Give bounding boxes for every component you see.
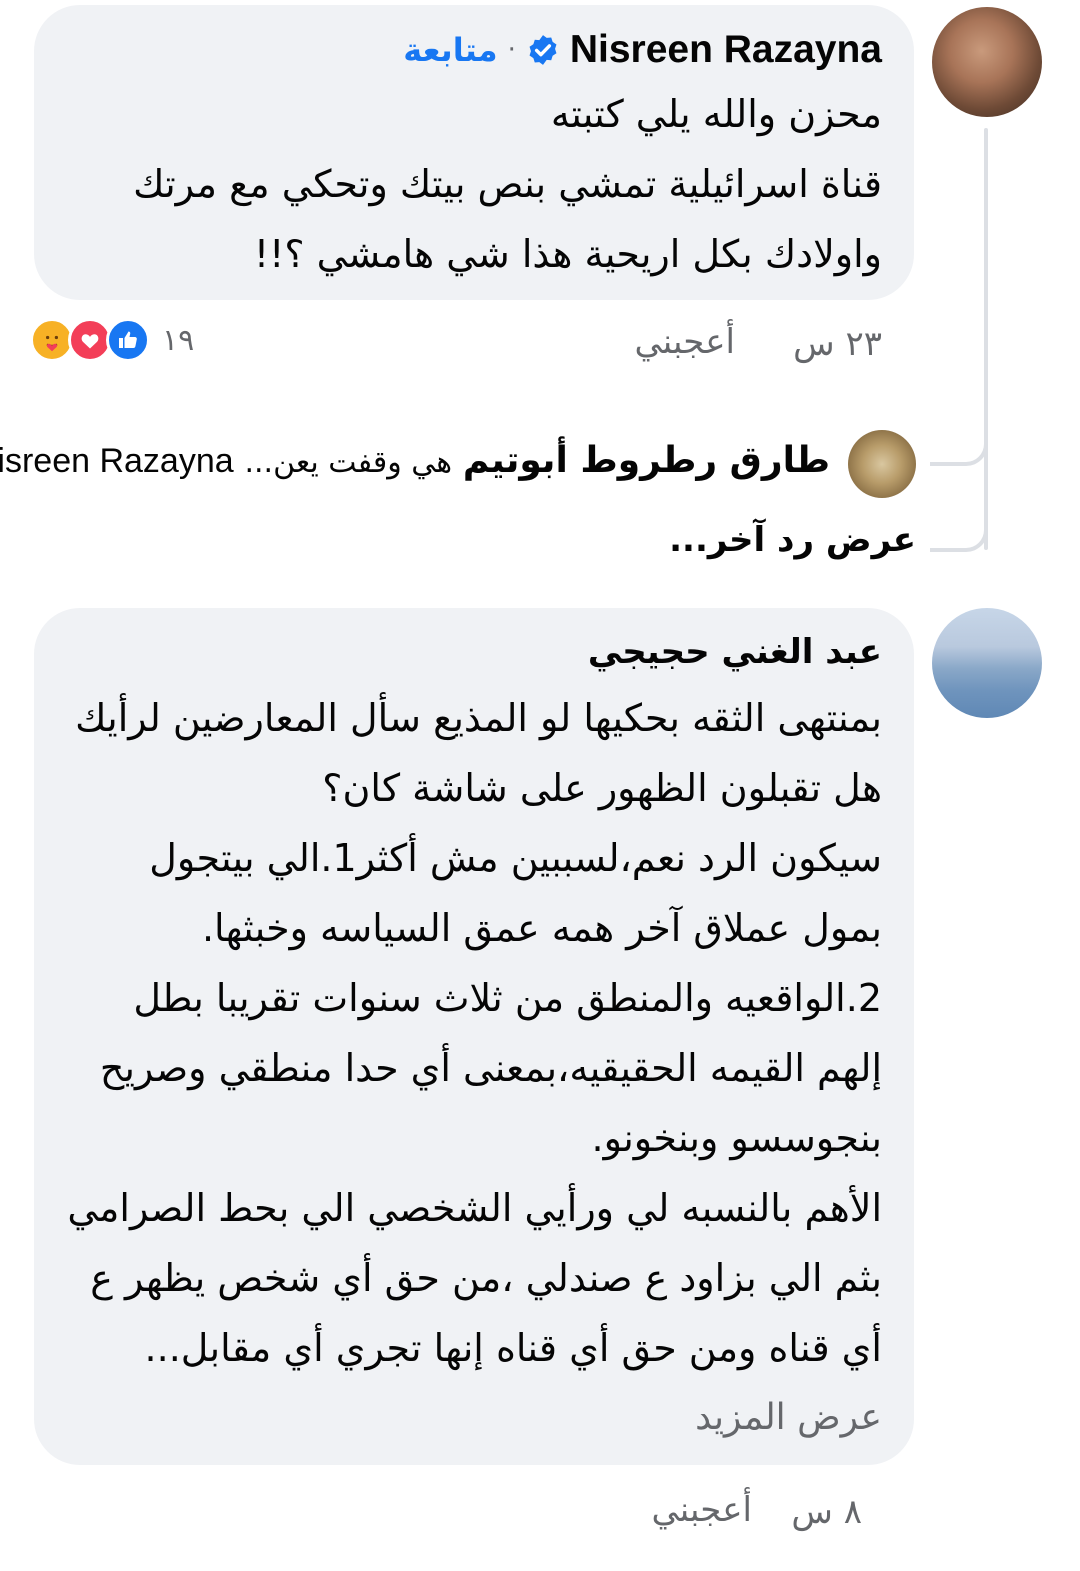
comment-author-name[interactable]: عبد الغني حجيجي: [588, 632, 882, 672]
reply-mention[interactable]: Nisreen Razayna: [0, 442, 234, 480]
comment-text-line: أي قناه ومن حق أي قناه إنها تجري أي مقاب…: [144, 1326, 882, 1370]
like-button[interactable]: أعجبني: [634, 322, 735, 362]
comment-text-line: الأهم بالنسبه لي ورأيي الشخصي الي بحط ال…: [67, 1186, 882, 1230]
view-more-replies-link[interactable]: عرض رد آخر...: [669, 520, 916, 560]
commenter-avatar[interactable]: [932, 7, 1042, 117]
reply-author-avatar[interactable]: [848, 430, 916, 498]
comment-text-line: واولادك بكل اريحية هذا شي هامشي ؟!!: [253, 232, 882, 276]
comment-text-line: هل تقبلون الظهور على شاشة كان؟: [322, 766, 882, 810]
reaction-count[interactable]: ١٩: [162, 323, 194, 358]
comment-text-line: محزن والله يلي كتبته: [550, 92, 882, 136]
comment-text-line: بمول عملاق آخر همه عمق السياسه وخبثها.: [201, 906, 882, 950]
thread-connector-curve: [930, 430, 988, 466]
comment-timestamp[interactable]: ٨ س: [791, 1492, 862, 1532]
comment-text-line: 2.الواقعيه والمنطق من ثلاث سنوات تقريبا …: [133, 976, 882, 1020]
reply-preview[interactable]: طارق رطروط أبوتيم هي وقفت يعن... Nisreen…: [0, 440, 830, 481]
comment-text-line: بمنتهى الثقه بحكيها لو المذيع سأل المعار…: [75, 696, 882, 740]
comment-text-line: إلهم القيمه الحقيقيه،بمعنى أي حدا منطقي …: [99, 1046, 882, 1090]
comment-text-line: بثم الي بزاود ع صندلي ،من حق أي شخص يظهر…: [90, 1256, 882, 1300]
follow-button[interactable]: متابعة: [403, 31, 497, 69]
reply-text: هي وقفت يعن...: [244, 445, 453, 480]
commenter-avatar[interactable]: [932, 608, 1042, 718]
like-button[interactable]: أعجبني: [651, 1490, 752, 1530]
separator-dot: ·: [507, 35, 516, 65]
like-reaction-icon: [106, 318, 150, 362]
comment-text-line: قناة اسرائيلية تمشي بنص بيتك وتحكي مع مر…: [133, 162, 882, 206]
comment-author-name[interactable]: Nisreen Razayna: [570, 28, 882, 72]
see-more-link[interactable]: عرض المزيد: [695, 1397, 882, 1438]
thread-connector-line: [984, 128, 988, 550]
verified-badge-icon: [529, 35, 557, 65]
comment-header: Nisreen Razayna · متابعة: [403, 26, 882, 74]
reaction-summary[interactable]: ١٩: [30, 316, 194, 364]
comment-timestamp[interactable]: ٢٣ س: [793, 324, 882, 364]
thread-connector-curve: [930, 510, 988, 552]
comment-text-line: بنجوسسو وبنخونو.: [591, 1116, 883, 1160]
reply-author-name[interactable]: طارق رطروط أبوتيم: [463, 440, 830, 481]
comment-text-line: سيكون الرد نعم،لسببين مش أكثر1.الي بيتجو…: [149, 836, 882, 880]
